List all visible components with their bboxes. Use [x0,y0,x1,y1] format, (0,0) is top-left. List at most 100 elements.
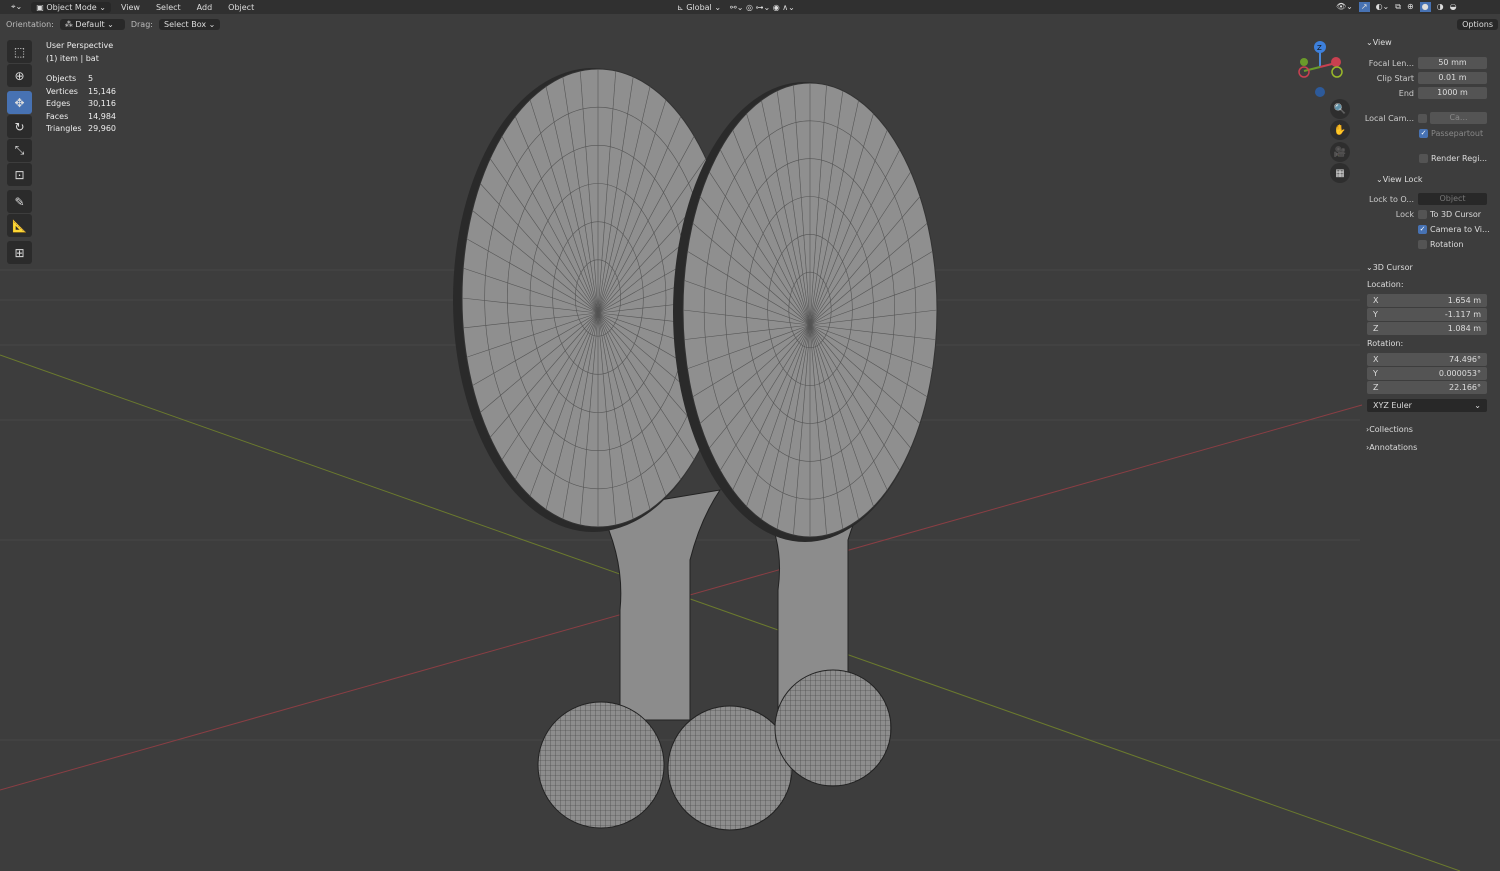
stat-label: Faces [46,111,69,121]
cursor-tool-icon[interactable]: ⊕ [7,64,32,87]
stat-value: 5 [88,74,94,83]
axis-label: Y [1373,369,1378,378]
pan-hand-icon[interactable]: ✋ [1330,120,1350,140]
focal-length-field[interactable]: 50 mm [1418,57,1487,69]
collections-title: Collections [1369,424,1413,434]
perspective-toggle-icon[interactable]: ▦ [1330,163,1350,183]
local-camera-field[interactable]: Ca... [1430,112,1487,124]
lock-to-object-field[interactable]: Object [1418,193,1487,205]
stat-label: Edges [46,99,71,108]
render-region-checkbox[interactable] [1419,153,1428,163]
sidebar-panel: ⌄ View Focal Len... 50 mm Clip Start 0.01 … [1362,35,1493,454]
rotation-label: Rotation: [1367,339,1404,348]
menu-view[interactable]: View [115,2,146,13]
local-camera-checkbox[interactable] [1418,113,1427,123]
annotate-tool-icon[interactable]: ✎ [7,190,32,213]
orientation-label: Orientation: [6,19,54,29]
axis-value: 74.496° [1449,355,1481,364]
add-cube-tool-icon[interactable]: ⊞ [7,241,32,264]
camera-view-icon[interactable]: 🎥 [1330,142,1350,162]
view-section-title: View [1372,37,1392,47]
view-lock-title: View Lock [1382,174,1423,184]
cursor-rot-z-field[interactable]: Z 22.166° [1367,381,1487,394]
xray-icon: ⧉ [1395,2,1401,11]
drag-value: Select Box [163,19,207,29]
menu-add[interactable]: Add [191,2,219,13]
ball-2[interactable] [667,705,793,831]
select-box-tool-icon[interactable]: ⬚ [7,40,32,63]
cursor-loc-y-field[interactable]: Y -1.117 m [1367,308,1487,321]
stat-label: Vertices [46,86,78,96]
annotations-header[interactable]: › Annotations [1362,440,1493,454]
wireframe-shading-icon: ⊕ [1406,2,1414,11]
cursor-loc-z-field[interactable]: Z 1.084 m [1367,322,1487,335]
measure-tool-icon[interactable]: 📐 [7,214,32,237]
camera-to-view-label: Camera to Vi... [1430,224,1490,234]
options-button[interactable]: Options [1457,18,1498,30]
orientation-value: Default [75,19,105,29]
stat-value: 30,116 [88,99,116,108]
stat-row: Triangles 29,960 [46,123,116,136]
axis-value: 1.654 m [1447,296,1481,305]
stat-label: Objects [46,74,77,83]
clip-start-field[interactable]: 0.01 m [1418,72,1487,84]
scale-tool-icon[interactable]: ⤡ [7,139,32,162]
focal-length-label: Focal Len... [1368,58,1414,68]
lock-to-cursor-checkbox[interactable] [1418,209,1427,219]
zoom-icon[interactable]: 🔍 [1330,99,1350,119]
rotate-tool-icon[interactable]: ↻ [7,115,32,138]
cursor-rot-y-field[interactable]: Y 0.000053° [1367,367,1487,380]
collections-header[interactable]: › Collections [1362,422,1493,436]
clip-end-label: End [1398,88,1414,98]
stat-value: 14,984 [88,111,116,121]
axis-value: 22.166° [1449,383,1481,392]
viewport-shading-buttons[interactable]: 👁⌄ ↗ ◐⌄ ⧉ ⊕ ● ◑ ◒ [1336,2,1457,12]
solid-shading-icon: ● [1419,2,1431,12]
transform-tool-icon[interactable]: ⊡ [7,163,32,186]
axis-label: Z [1373,383,1379,392]
passepartout-checkbox[interactable]: ✓ [1419,128,1428,138]
gizmo-toggle-icon: ↗ [1358,2,1370,12]
view-section-header[interactable]: ⌄ View [1362,35,1493,49]
navigation-gizmo[interactable]: Z [1298,41,1343,97]
rendered-shading-icon: ◒ [1449,2,1457,11]
3d-cursor-title: 3D Cursor [1372,262,1413,272]
move-tool-icon[interactable]: ✥ [7,91,32,114]
axis-value: 0.000053° [1438,369,1481,378]
stat-row: Faces 14,984 [46,111,116,124]
gizmo-z-label: Z [1317,44,1322,52]
3d-cursor-header[interactable]: ⌄ 3D Cursor [1362,260,1493,274]
lock-rotation-checkbox[interactable] [1418,239,1427,249]
overlay-icon: ◐⌄ [1375,2,1390,11]
3d-viewport[interactable]: Z [0,0,1500,871]
menu-object[interactable]: Object [222,2,260,13]
stat-label: Triangles [46,124,82,133]
cursor-loc-x-field[interactable]: X 1.654 m [1367,294,1487,307]
passepartout-label: Passepartout [1431,128,1484,138]
stat-row: Edges 30,116 [46,98,116,111]
cursor-rot-x-field[interactable]: X 74.496° [1367,353,1487,366]
transform-orientation-label: Global [686,2,712,12]
perspective-label: User Perspective [46,41,114,50]
orientation-dropdown[interactable]: ⁂ Default ⌄ [59,18,125,30]
stat-row: Objects 5 [46,73,116,86]
rotation-mode-dropdown[interactable]: XYZ Euler ⌄ [1367,399,1487,412]
stat-row: Vertices 15,146 [46,86,116,99]
ball-3[interactable] [774,669,892,787]
mode-dropdown[interactable]: ▣ Object Mode ⌄ [31,1,111,13]
mode-label: Object Mode [46,2,97,12]
visibility-icon: 👁⌄ [1336,2,1353,11]
editor-type-button[interactable]: ⌖⌄ [6,1,27,13]
pivot-icon[interactable]: ⚯⌄ ◎ ⊶⌄ ◉ ∧⌄ [730,3,795,12]
drag-dropdown[interactable]: Select Box ⌄ [158,18,221,30]
camera-to-view-checkbox[interactable]: ✓ [1418,224,1427,234]
selection-label: (1) item | bat [46,53,99,63]
clip-end-field[interactable]: 1000 m [1418,87,1487,99]
menu-select[interactable]: Select [150,2,187,13]
paddle-2[interactable] [673,82,938,711]
axis-label: X [1373,355,1379,364]
ball-1[interactable] [537,701,665,829]
rotation-mode-value: XYZ Euler [1373,401,1412,410]
view-lock-header[interactable]: ⌄ View Lock [1362,172,1493,186]
transform-orientation-dropdown[interactable]: ⊾ Global ⌄ [672,2,726,13]
